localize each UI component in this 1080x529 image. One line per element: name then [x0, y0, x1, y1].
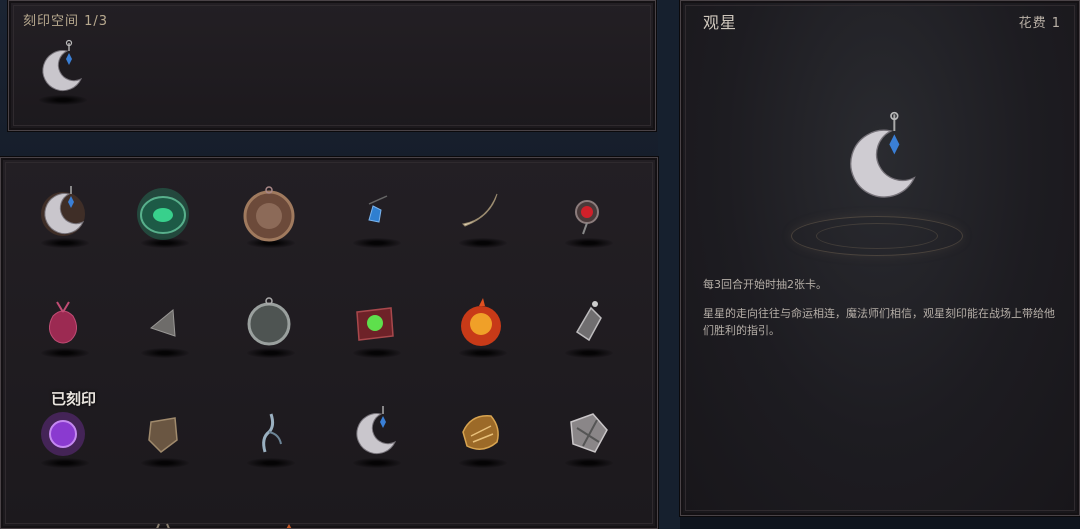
stone-triangle-icon — [149, 309, 176, 337]
bronze-medallion-icon — [243, 186, 295, 242]
horned-relic-icon — [156, 523, 170, 528]
cost-label: 花费 1 — [1018, 16, 1061, 31]
grid-item-17[interactable] — [441, 396, 521, 476]
panel-divider — [658, 0, 680, 529]
inscription-grid-panel: 已刻印 — [0, 157, 658, 529]
blue-gem-pendant-icon — [368, 195, 388, 223]
inscription-detail-panel: 观星 花费 1 每3回合开始时抽2张卡。 星星的走向往往与命运相连，魔法师们相信… — [680, 0, 1080, 516]
grid-item-15[interactable] — [229, 396, 309, 476]
grid-item-18[interactable] — [547, 396, 627, 476]
silver-shard-icon — [575, 301, 602, 342]
grid-item-20[interactable] — [251, 502, 331, 528]
flame-relic-icon — [286, 524, 292, 528]
grid-item-6[interactable] — [547, 176, 627, 256]
grid-item-13[interactable] — [23, 396, 103, 476]
grid-item-11[interactable] — [441, 286, 521, 366]
detail-title: 观星 — [703, 13, 738, 32]
grid-item-16[interactable] — [335, 396, 415, 476]
crescent-moon-pendant-icon — [356, 406, 397, 455]
grid-item-4[interactable] — [335, 176, 415, 256]
crescent-fang-icon — [461, 193, 498, 227]
crescent-moon-pendant-icon — [41, 186, 85, 236]
wisp-figure-icon — [262, 413, 282, 453]
grey-orb-icon — [247, 297, 291, 346]
grid-item-5[interactable] — [441, 176, 521, 256]
golden-relic-icon — [462, 415, 499, 450]
crescent-moon-pendant-icon — [42, 39, 83, 92]
pedestal-ring-inner — [816, 223, 938, 249]
red-gem-amulet-icon — [575, 200, 599, 235]
inscription-slot-panel: 刻印空间 1/3 — [8, 0, 656, 131]
grid-item-2[interactable] — [123, 176, 203, 256]
grid-item-12[interactable] — [547, 286, 627, 366]
grid-item-7[interactable] — [23, 286, 103, 366]
grid-item-8[interactable] — [123, 286, 203, 366]
green-orb-amulet-icon — [137, 188, 189, 240]
effect-text: 每3回合开始时抽2张卡。 — [703, 278, 827, 291]
grid-item-1[interactable] — [23, 176, 103, 256]
grid-item-3[interactable] — [229, 176, 309, 256]
grid-item-10[interactable] — [335, 286, 415, 366]
slot-panel-title: 刻印空间 1/3 — [23, 14, 109, 29]
bronze-shield-icon — [148, 417, 178, 453]
spiked-shield-icon — [570, 413, 608, 453]
crescent-moon-pendant-icon — [850, 111, 916, 198]
grid-item-14[interactable] — [123, 396, 203, 476]
equipped-slot-1[interactable] — [21, 33, 101, 113]
crimson-pouch-icon — [49, 301, 77, 344]
green-rune-tome-icon — [356, 307, 394, 341]
grid-item-9[interactable] — [229, 286, 309, 366]
purple-arcane-orb-icon — [41, 412, 85, 456]
lore-text: 星星的走向往往与命运相连，魔法师们相信，观星刻印能在战场上带给他们胜利的指引。 — [703, 307, 1055, 337]
fire-orb-icon — [461, 298, 501, 346]
grid-item-19[interactable] — [123, 502, 203, 528]
